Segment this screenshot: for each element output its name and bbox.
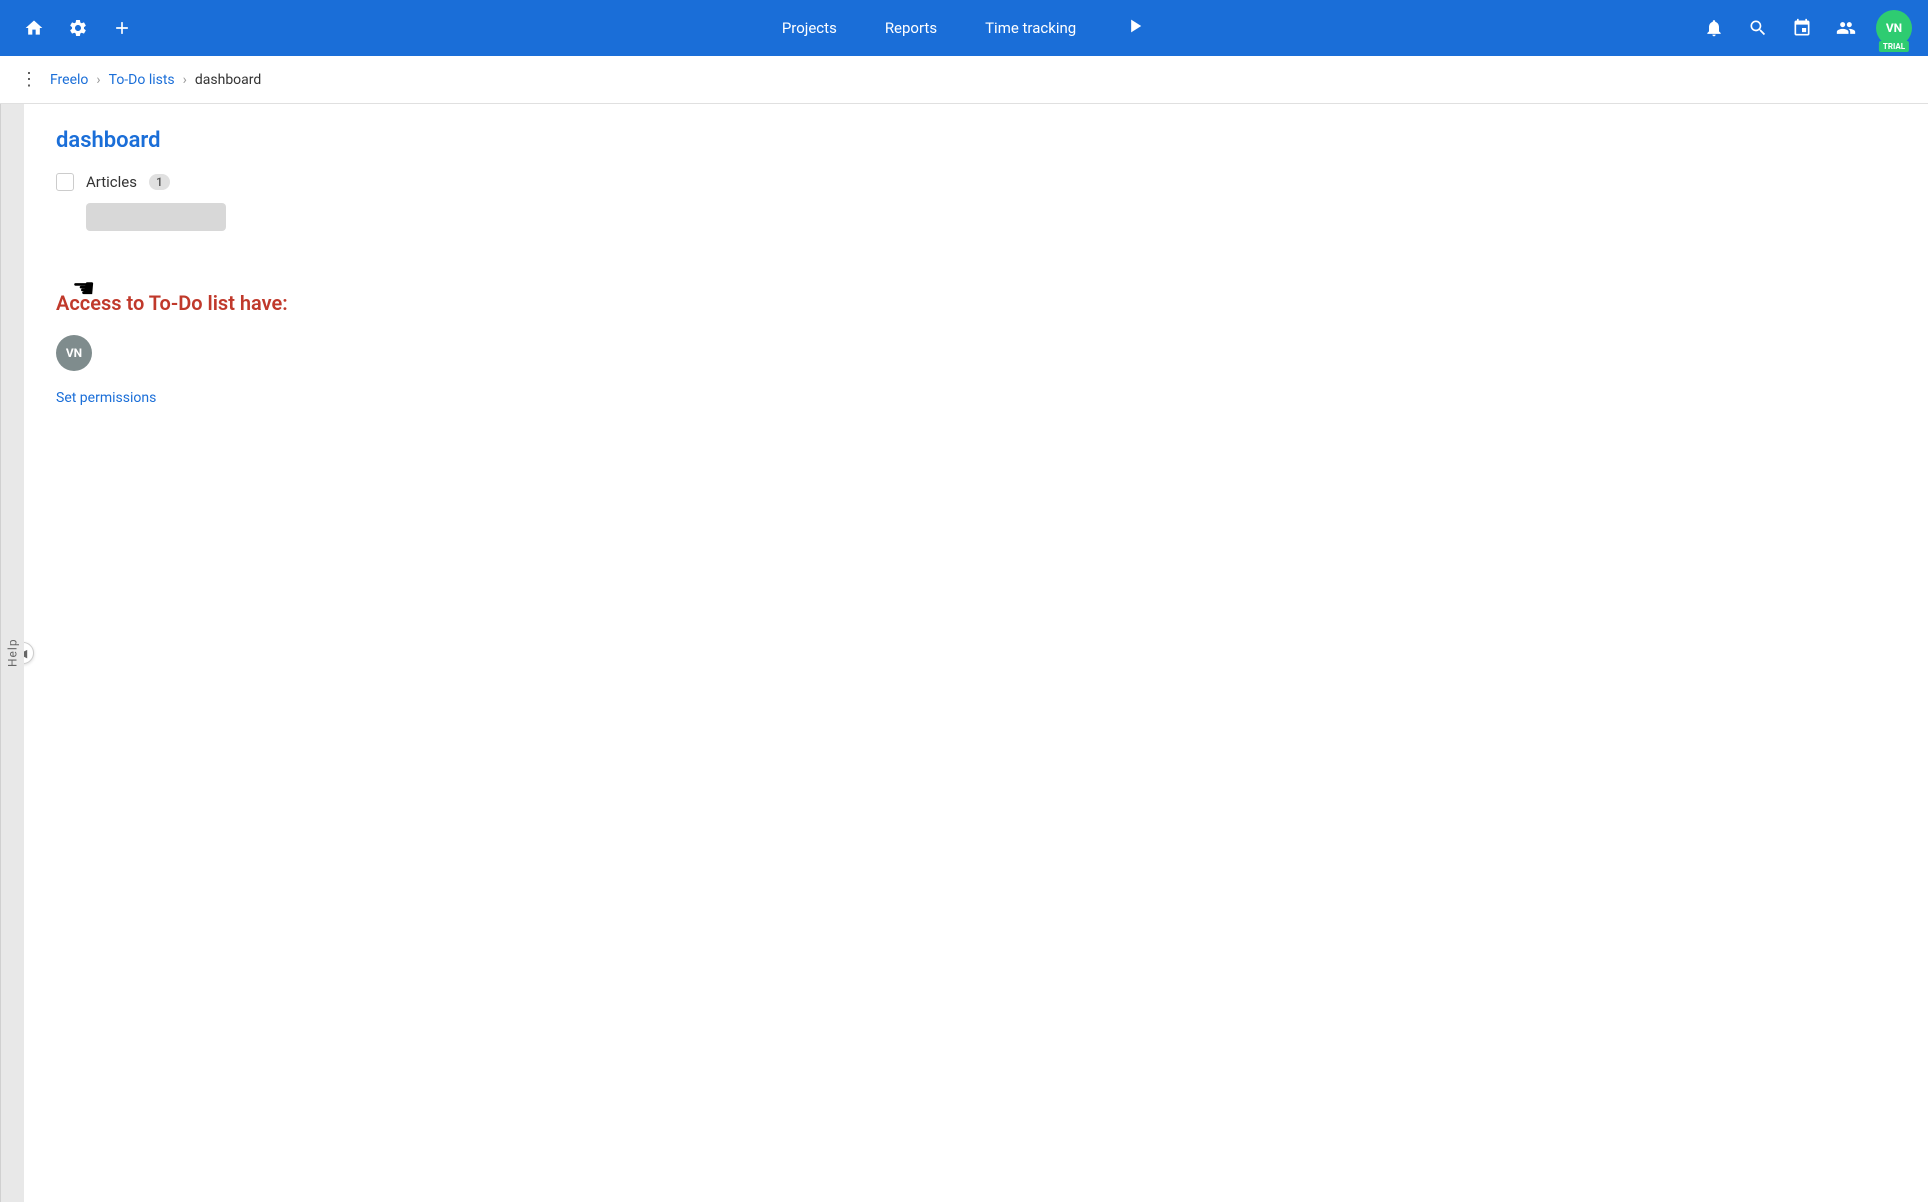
help-label: Help bbox=[6, 639, 20, 668]
add-button[interactable] bbox=[104, 10, 140, 46]
team-button[interactable] bbox=[1828, 10, 1864, 46]
projects-nav-link[interactable]: Projects bbox=[774, 15, 845, 41]
articles-row: Articles 1 bbox=[56, 173, 1896, 191]
breadcrumb-menu-button[interactable]: ⋮ bbox=[16, 65, 42, 94]
breadcrumb-root[interactable]: Freelo bbox=[50, 72, 88, 88]
access-user-initials: VN bbox=[66, 346, 82, 360]
dashboard-title: dashboard bbox=[56, 128, 1896, 153]
time-tracking-nav-link[interactable]: Time tracking bbox=[977, 15, 1084, 41]
breadcrumb-separator-1: › bbox=[96, 72, 100, 88]
breadcrumb-parent[interactable]: To-Do lists bbox=[109, 72, 175, 88]
search-button[interactable] bbox=[1740, 10, 1776, 46]
nav-center: Projects Reports Time tracking bbox=[774, 11, 1154, 46]
collapse-arrow[interactable]: ◀ bbox=[24, 642, 34, 664]
access-user-avatar[interactable]: VN bbox=[56, 335, 92, 371]
play-button[interactable] bbox=[1116, 11, 1154, 46]
top-nav: Projects Reports Time tracking bbox=[0, 0, 1928, 56]
nav-right: VN TRIAL bbox=[1696, 10, 1912, 46]
settings-button[interactable] bbox=[60, 10, 96, 46]
breadcrumb-bar: ⋮ Freelo › To-Do lists › dashboard bbox=[0, 56, 1928, 104]
nav-left bbox=[16, 10, 140, 46]
breadcrumb-current: dashboard bbox=[195, 72, 261, 88]
help-sidebar[interactable]: Help bbox=[0, 104, 24, 1202]
articles-label: Articles bbox=[86, 173, 137, 191]
user-avatar[interactable]: VN TRIAL bbox=[1876, 10, 1912, 46]
trial-badge: TRIAL bbox=[1879, 41, 1909, 52]
home-button[interactable] bbox=[16, 10, 52, 46]
content-area: ◀ dashboard Articles 1 ☚ Access to To-Do… bbox=[24, 104, 1928, 1202]
articles-checkbox[interactable] bbox=[56, 173, 74, 191]
user-initials: VN bbox=[1886, 21, 1902, 35]
drag-handle-icon[interactable]: ☚ bbox=[72, 274, 95, 304]
breadcrumb-separator-2: › bbox=[183, 72, 187, 88]
set-permissions-link[interactable]: Set permissions bbox=[56, 390, 156, 406]
skeleton-loading-bar bbox=[86, 203, 226, 231]
reports-nav-link[interactable]: Reports bbox=[877, 15, 945, 41]
articles-count-badge: 1 bbox=[149, 174, 170, 190]
notifications-button[interactable] bbox=[1696, 10, 1732, 46]
access-section: Access to To-Do list have: VN Set permis… bbox=[56, 291, 1896, 406]
access-title: Access to To-Do list have: bbox=[56, 291, 1896, 315]
main-layout: Help ◀ dashboard Articles 1 ☚ Access to … bbox=[0, 104, 1928, 1202]
calendar-button[interactable] bbox=[1784, 10, 1820, 46]
